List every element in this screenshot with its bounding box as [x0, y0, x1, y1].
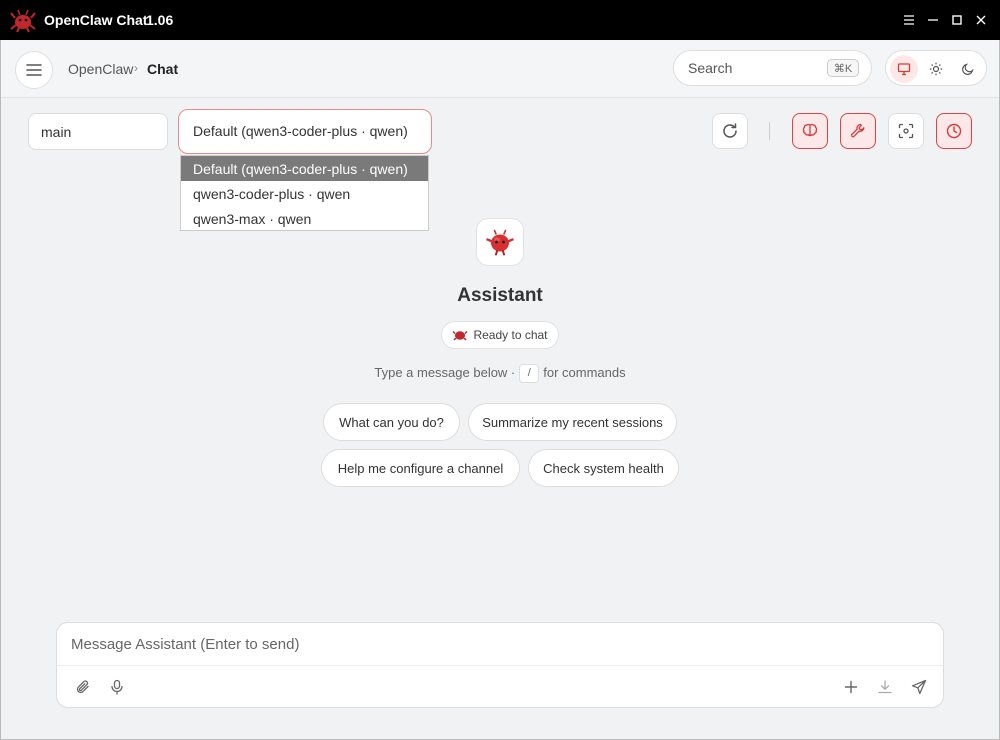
- thinking-toggle-button[interactable]: [792, 113, 828, 149]
- breadcrumb-root[interactable]: OpenClaw: [68, 61, 133, 77]
- focus-icon: [898, 123, 914, 139]
- hint-text-after: for commands: [543, 364, 626, 380]
- status-badge: Ready to chat: [441, 321, 559, 349]
- theme-system-button[interactable]: [890, 55, 918, 83]
- plus-icon: [844, 680, 858, 694]
- crab-logo-icon: [10, 9, 36, 32]
- model-option[interactable]: qwen3-coder-plus · qwen: [181, 181, 428, 206]
- app-version: 1.06: [146, 12, 174, 28]
- close-icon: [976, 15, 986, 25]
- message-input[interactable]: [71, 636, 771, 658]
- toolbar-divider: [769, 122, 770, 140]
- crab-mascot-icon: [486, 229, 514, 256]
- breadcrumb-current: Chat: [147, 61, 179, 77]
- model-select-value: Default (qwen3-coder-plus · qwen): [193, 123, 408, 139]
- model-select[interactable]: Default (qwen3-coder-plus · qwen): [178, 109, 432, 154]
- app-title: OpenClaw Chat: [44, 12, 148, 28]
- wrench-icon: [850, 123, 865, 138]
- theme-switcher: [885, 50, 987, 86]
- brain-icon: [802, 123, 818, 137]
- maximize-button[interactable]: [947, 10, 967, 30]
- history-toggle-button[interactable]: [936, 113, 972, 149]
- message-composer: [56, 622, 944, 708]
- hint-text-before: Type a message below ·: [374, 364, 516, 380]
- crab-small-icon: [452, 330, 468, 341]
- voice-input-button[interactable]: [105, 675, 129, 699]
- app-header: OpenClaw › Chat ⌘K: [1, 40, 999, 98]
- search-input[interactable]: [688, 60, 818, 76]
- paperclip-icon: [76, 680, 89, 694]
- model-dropdown-list: Default (qwen3-coder-plus · qwen) qwen3-…: [180, 155, 429, 231]
- slash-key-badge: /: [519, 364, 540, 383]
- monitor-icon: [897, 63, 911, 76]
- theme-dark-button[interactable]: [954, 55, 982, 83]
- refresh-icon: [723, 123, 737, 138]
- minimize-button[interactable]: [923, 10, 943, 30]
- focus-mode-button[interactable]: [888, 113, 924, 149]
- download-icon: [878, 680, 892, 694]
- tools-toggle-button[interactable]: [840, 113, 876, 149]
- search-shortcut-badge: ⌘K: [827, 59, 859, 77]
- microphone-icon: [111, 679, 123, 695]
- title-bar: OpenClaw Chat 1.06: [0, 0, 1000, 40]
- command-hint: Type a message below · / for commands: [300, 364, 700, 383]
- hamburger-icon: [904, 15, 914, 25]
- model-option[interactable]: Default (qwen3-coder-plus · qwen): [181, 156, 428, 181]
- download-button[interactable]: [873, 675, 897, 699]
- moon-icon: [962, 63, 974, 75]
- add-button[interactable]: [839, 675, 863, 699]
- refresh-button[interactable]: [712, 113, 748, 149]
- minimize-icon: [928, 19, 938, 21]
- maximize-icon: [952, 15, 962, 25]
- suggestion-chip[interactable]: Check system health: [528, 449, 679, 487]
- theme-light-button[interactable]: [922, 55, 950, 83]
- model-option[interactable]: qwen3-max · qwen: [181, 206, 428, 231]
- agent-select[interactable]: main: [28, 113, 168, 150]
- clock-icon: [946, 123, 962, 139]
- sidebar-toggle-button[interactable]: [15, 51, 53, 89]
- search-box[interactable]: ⌘K: [673, 50, 872, 86]
- send-icon: [911, 679, 927, 695]
- status-text: Ready to chat: [473, 328, 548, 342]
- composer-divider: [57, 665, 943, 666]
- assistant-name: Assistant: [457, 285, 543, 306]
- attach-button[interactable]: [71, 675, 95, 699]
- breadcrumb-separator: ›: [134, 61, 138, 75]
- close-button[interactable]: [971, 10, 991, 30]
- window-menu-button[interactable]: [899, 10, 919, 30]
- assistant-avatar: [476, 218, 524, 266]
- send-button[interactable]: [907, 675, 931, 699]
- suggestion-chip[interactable]: Summarize my recent sessions: [468, 403, 677, 441]
- sun-icon: [929, 62, 943, 76]
- suggestion-chip[interactable]: What can you do?: [323, 403, 460, 441]
- suggestion-chip[interactable]: Help me configure a channel: [321, 449, 520, 487]
- hamburger-icon: [26, 64, 42, 76]
